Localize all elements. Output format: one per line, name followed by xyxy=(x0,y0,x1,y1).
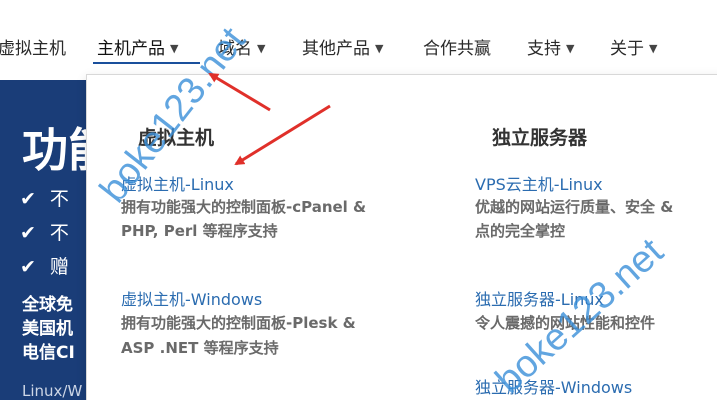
nav-item-label: 虚拟主机 xyxy=(0,39,66,59)
active-nav-underline xyxy=(93,62,200,64)
menu-item-dedicated-linux[interactable]: 独立服务器-Linux xyxy=(475,286,604,310)
hero-line: 全球免 xyxy=(22,295,73,315)
menu-item-dedicated-windows[interactable]: 独立服务器-Windows xyxy=(475,374,632,398)
nav-item-other-products[interactable]: 其他产品 ▼ xyxy=(302,34,383,59)
nav-item-support[interactable]: 支持 ▼ xyxy=(527,34,574,59)
menu-item-virtual-host-windows[interactable]: 虚拟主机-Windows xyxy=(121,286,262,310)
hero-banner: 功能 ✔ 不 ✔ 不 ✔ 赠 全球免 美国机 电信CI Linux/W xyxy=(0,80,100,400)
nav-item-label: 支持 xyxy=(527,39,561,59)
hero-feature: ✔ 不 xyxy=(20,222,69,244)
nav-item-label: 合作共赢 xyxy=(423,39,491,59)
hero-feature: ✔ 赠 xyxy=(20,256,69,278)
menu-item-virtual-host-linux[interactable]: 虚拟主机-Linux xyxy=(121,171,234,195)
nav-item-label: 主机产品 xyxy=(97,39,165,59)
menu-item-description: 点的完全掌控 xyxy=(475,222,566,240)
caret-down-icon: ▼ xyxy=(170,42,179,55)
hero-small-text: Linux/W xyxy=(22,382,83,400)
check-icon: ✔ xyxy=(20,188,36,210)
column-title-dedicated-server: 独立服务器 xyxy=(492,127,588,149)
page: 虚拟主机 主机产品 ▼ 域名 ▼ 其他产品 ▼ 合作共赢 支持 ▼ 关于 ▼ 功能 ✔ 不 … xyxy=(0,0,717,400)
nav-item-about[interactable]: 关于 ▼ xyxy=(610,34,657,59)
nav-item-host-products[interactable]: 主机产品 ▼ xyxy=(97,34,178,59)
menu-item-vps-linux[interactable]: VPS云主机-Linux xyxy=(475,171,603,195)
hero-feature: ✔ 不 xyxy=(20,188,69,210)
menu-item-description: 优越的网站运行质量、安全 & xyxy=(475,198,674,216)
menu-item-description: 拥有功能强大的控制面板-Plesk & xyxy=(121,314,356,332)
nav-item-label: 其他产品 xyxy=(302,39,370,59)
caret-down-icon: ▼ xyxy=(649,42,658,55)
menu-item-description: 拥有功能强大的控制面板-cPanel & xyxy=(121,198,367,216)
caret-down-icon: ▼ xyxy=(257,42,266,55)
menu-item-description: 令人震撼的网站性能和控件 xyxy=(475,314,656,332)
nav-item-label: 域名 xyxy=(218,39,252,59)
nav-item-domain[interactable]: 域名 ▼ xyxy=(218,34,265,59)
host-products-dropdown: 虚拟主机 独立服务器 虚拟主机-Linux 拥有功能强大的控制面板-cPanel… xyxy=(86,74,717,400)
column-title-virtual-host: 虚拟主机 xyxy=(138,127,215,149)
nav-item-label: 关于 xyxy=(610,39,644,59)
caret-down-icon: ▼ xyxy=(566,42,575,55)
top-nav: 虚拟主机 主机产品 ▼ 域名 ▼ 其他产品 ▼ 合作共赢 支持 ▼ 关于 ▼ xyxy=(0,0,717,74)
check-icon: ✔ xyxy=(20,222,36,244)
menu-item-description: ASP .NET 等程序支持 xyxy=(121,339,279,357)
hero-line: 美国机 xyxy=(22,319,73,339)
nav-item-virtual-host[interactable]: 虚拟主机 xyxy=(0,34,66,59)
hero-line: 电信CI xyxy=(22,343,75,363)
menu-item-description: PHP, Perl 等程序支持 xyxy=(121,222,278,240)
caret-down-icon: ▼ xyxy=(375,42,384,55)
check-icon: ✔ xyxy=(20,256,36,278)
nav-item-cooperation[interactable]: 合作共赢 xyxy=(423,34,491,59)
